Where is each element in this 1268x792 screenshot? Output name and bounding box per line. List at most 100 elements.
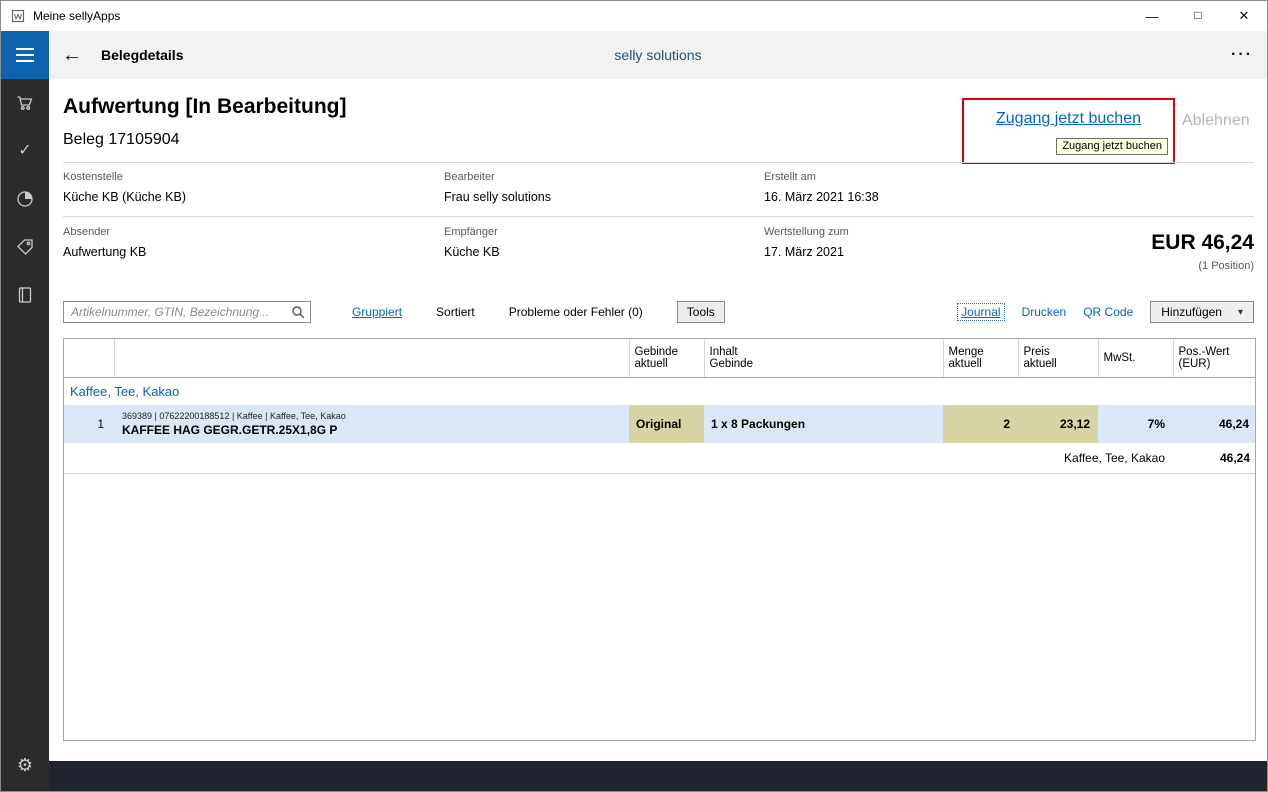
document-title: Aufwertung [In Bearbeitung] xyxy=(63,95,346,119)
table-header-row: Gebinde aktuell Inhalt Gebinde Menge akt… xyxy=(64,339,1256,377)
field-value: Aufwertung KB xyxy=(63,245,363,259)
close-icon[interactable]: ✕ xyxy=(1221,1,1267,31)
more-icon[interactable]: ··· xyxy=(1231,46,1253,64)
window-controls: — □ ✕ xyxy=(1129,1,1267,31)
field-value: 16. März 2021 16:38 xyxy=(764,190,1064,204)
field-label: Wertstellung zum xyxy=(764,226,1064,238)
search-input[interactable] xyxy=(64,302,310,322)
field-label: Kostenstelle xyxy=(63,171,363,183)
appbar: selly solutions ← Belegdetails ··· xyxy=(49,31,1267,79)
sidebar-item-journal[interactable] xyxy=(1,271,49,319)
group-summary-row: Kaffee, Tee, Kakao 46,24 xyxy=(64,443,1256,473)
summary-value: 46,24 xyxy=(1173,443,1256,473)
field-value: Küche KB (Küche KB) xyxy=(63,190,363,204)
titlebar: Meine sellyApps — □ ✕ xyxy=(1,1,1267,31)
sidebar-item-tags[interactable] xyxy=(1,223,49,271)
cell-article: 369389 | 07622200188512 | Kaffee | Kaffe… xyxy=(114,405,629,443)
summary-label: Kaffee, Tee, Kakao xyxy=(64,443,1173,473)
cart-icon xyxy=(16,94,34,112)
tools-button[interactable]: Tools xyxy=(677,301,725,323)
article-name: KAFFEE HAG GEGR.GETR.25X1,8G P xyxy=(122,423,621,437)
probleme-link[interactable]: Probleme oder Fehler (0) xyxy=(509,305,643,319)
book-receipt-link[interactable]: Zugang jetzt buchen xyxy=(964,110,1173,128)
gear-icon: ⚙ xyxy=(17,755,33,776)
menu-icon xyxy=(16,48,34,62)
positions-table: Gebinde aktuell Inhalt Gebinde Menge akt… xyxy=(63,338,1256,741)
article-meta: 369389 | 07622200188512 | Kaffee | Kaffe… xyxy=(122,411,621,421)
hinzufuegen-label: Hinzufügen xyxy=(1161,305,1222,319)
field-value: Küche KB xyxy=(444,245,744,259)
sidebar-item-approve[interactable]: ✓ xyxy=(1,127,49,175)
field-wertstellung: Wertstellung zum 17. März 2021 xyxy=(764,226,1064,259)
window-title: Meine sellyApps xyxy=(33,9,120,23)
header-mwst: MwSt. xyxy=(1098,339,1173,377)
divider xyxy=(63,162,1254,163)
field-value: Frau selly solutions xyxy=(444,190,744,204)
sidebar: ✓ ⚙ xyxy=(1,31,49,791)
back-icon[interactable]: ← xyxy=(49,44,95,67)
cell-gebinde: Original xyxy=(629,405,704,443)
sortiert-link[interactable]: Sortiert xyxy=(436,305,475,319)
sidebar-item-statistics[interactable] xyxy=(1,175,49,223)
toolbar: Gruppiert Sortiert Probleme oder Fehler … xyxy=(63,300,1254,324)
group-header-row: Kaffee, Tee, Kakao xyxy=(64,377,1256,405)
sidebar-settings-button[interactable]: ⚙ xyxy=(1,745,49,785)
field-kostenstelle: Kostenstelle Küche KB (Küche KB) xyxy=(63,171,363,204)
page-title: Belegdetails xyxy=(101,47,183,63)
app-icon xyxy=(11,9,25,23)
reject-button[interactable]: Ablehnen xyxy=(1182,112,1250,130)
bottom-bar xyxy=(49,761,1267,791)
document-number: Beleg 17105904 xyxy=(63,131,180,149)
field-label: Absender xyxy=(63,226,363,238)
header-preis: Preis aktuell xyxy=(1018,339,1098,377)
group-label: Kaffee, Tee, Kakao xyxy=(64,377,1256,405)
position-count: (1 Position) xyxy=(1151,260,1254,272)
check-icon: ✓ xyxy=(18,143,31,159)
hinzufuegen-button[interactable]: Hinzufügen ▾ xyxy=(1150,301,1254,323)
pie-chart-icon xyxy=(16,190,34,208)
cell-menge: 2 xyxy=(943,405,1018,443)
chevron-down-icon: ▾ xyxy=(1238,307,1243,318)
field-value: 17. März 2021 xyxy=(764,245,1064,259)
cell-mwst: 7% xyxy=(1098,405,1173,443)
appbar-center-title: selly solutions xyxy=(49,47,1267,63)
search-icon xyxy=(291,305,305,322)
field-bearbeiter: Bearbeiter Frau selly solutions xyxy=(444,171,744,204)
maximize-icon[interactable]: □ xyxy=(1175,0,1221,30)
header-article xyxy=(114,339,629,377)
sidebar-item-cart[interactable] xyxy=(1,79,49,127)
total-amount-block: EUR 46,24 (1 Position) xyxy=(1151,231,1254,272)
annotation-rectangle: Zugang jetzt buchen Zugang jetzt buchen xyxy=(962,98,1175,164)
sidebar-menu-button[interactable] xyxy=(1,31,49,79)
table-row[interactable]: 1 369389 | 07622200188512 | Kaffee | Kaf… xyxy=(64,405,1256,443)
app-window: Meine sellyApps — □ ✕ ✓ xyxy=(0,0,1268,792)
total-amount: EUR 46,24 xyxy=(1151,231,1254,255)
qr-code-link[interactable]: QR Code xyxy=(1083,305,1133,319)
tag-icon xyxy=(16,238,34,256)
field-absender: Absender Aufwertung KB xyxy=(63,226,363,259)
journal-link[interactable]: Journal xyxy=(957,303,1004,321)
field-erstellt-am: Erstellt am 16. März 2021 16:38 xyxy=(764,171,1064,204)
field-label: Erstellt am xyxy=(764,171,1064,183)
cell-wert: 46,24 xyxy=(1173,405,1256,443)
main-content: Aufwertung [In Bearbeitung] Beleg 171059… xyxy=(49,79,1267,761)
header-wert: Pos.-Wert (EUR) xyxy=(1173,339,1256,377)
tooltip: Zugang jetzt buchen xyxy=(1056,138,1168,155)
header-menge: Menge aktuell xyxy=(943,339,1018,377)
cell-pos: 1 xyxy=(64,405,114,443)
field-label: Bearbeiter xyxy=(444,171,744,183)
toolbar-right: Journal Drucken QR Code Hinzufügen ▾ xyxy=(957,301,1254,323)
header-pos xyxy=(64,339,114,377)
field-empfaenger: Empfänger Küche KB xyxy=(444,226,744,259)
header-inhalt: Inhalt Gebinde xyxy=(704,339,943,377)
field-label: Empfänger xyxy=(444,226,744,238)
gruppiert-link[interactable]: Gruppiert xyxy=(352,305,402,319)
minimize-icon[interactable]: — xyxy=(1129,1,1175,31)
header-gebinde: Gebinde aktuell xyxy=(629,339,704,377)
drucken-link[interactable]: Drucken xyxy=(1022,305,1067,319)
book-icon xyxy=(16,286,34,304)
search-box xyxy=(63,301,311,323)
divider xyxy=(63,216,1254,217)
cell-preis: 23,12 xyxy=(1018,405,1098,443)
cell-inhalt: 1 x 8 Packungen xyxy=(704,405,943,443)
